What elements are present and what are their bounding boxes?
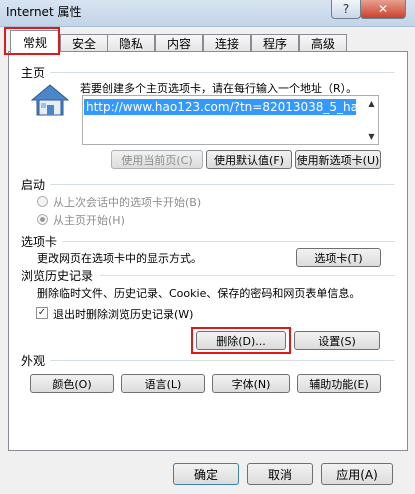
use-default-button[interactable]: 使用默认值(F) xyxy=(206,150,292,169)
ok-button[interactable]: 确定 xyxy=(173,463,239,485)
delete-on-exit-label: 退出时删除浏览历史记录(W) xyxy=(53,308,194,321)
history-settings-button[interactable]: 设置(S) xyxy=(294,331,380,350)
cancel-button[interactable]: 取消 xyxy=(247,463,313,485)
tabs-section-label: 选项卡 xyxy=(21,235,58,249)
appearance-section-label: 外观 xyxy=(21,354,46,368)
close-icon: ✕ xyxy=(377,2,389,16)
home-description: 若要创建多个主页选项卡，请在每行输入一个地址（R）。 xyxy=(80,82,358,95)
startup-section-label: 启动 xyxy=(21,178,46,192)
use-current-button[interactable]: 使用当前页(C) xyxy=(111,150,203,169)
languages-button[interactable]: 语言(L) xyxy=(121,374,205,393)
tabs-settings-button[interactable]: 选项卡(T) xyxy=(296,248,381,267)
apply-button[interactable]: 应用(A) xyxy=(321,463,393,485)
help-icon: ? xyxy=(342,2,350,16)
close-button[interactable]: ✕ xyxy=(360,0,406,19)
radio-last-session[interactable] xyxy=(37,196,48,207)
appearance-divider xyxy=(50,360,395,361)
tabs-divider xyxy=(62,241,395,242)
accessibility-button[interactable]: 辅助功能(E) xyxy=(297,374,381,393)
window-title: Internet 属性 xyxy=(6,5,82,19)
title-bar: Internet 属性 ? ✕ xyxy=(0,0,415,27)
home-section-label: 主页 xyxy=(21,66,46,80)
radio-home-page[interactable] xyxy=(37,214,48,225)
delete-on-exit-checkbox[interactable]: ✓ xyxy=(36,307,48,319)
colors-button[interactable]: 颜色(O) xyxy=(30,374,114,393)
tab-highlight-box xyxy=(4,27,60,55)
dialog-footer: 确定 取消 应用(A) xyxy=(0,452,415,494)
scroll-down-icon[interactable]: ▼ xyxy=(365,129,378,144)
tabs-description: 更改网页在选项卡中的显示方式。 xyxy=(37,252,202,265)
history-section-label: 浏览历史记录 xyxy=(21,269,94,283)
radio-home-page-label: 从主页开始(H) xyxy=(53,214,125,227)
history-description: 删除临时文件、历史记录、Cookie、保存的密码和网页表单信息。 xyxy=(37,287,361,300)
help-button[interactable]: ? xyxy=(331,0,361,19)
radio-last-session-label: 从上次会话中的选项卡开始(B) xyxy=(53,196,202,209)
history-divider xyxy=(100,275,395,276)
use-new-tab-button[interactable]: 使用新选项卡(U) xyxy=(295,150,381,169)
home-page-url: http://www.hao123.com/?tn=82013038_5_hao… xyxy=(84,99,356,115)
home-divider xyxy=(50,72,395,73)
startup-divider xyxy=(50,184,395,185)
house-icon xyxy=(30,84,70,116)
delete-highlight-box xyxy=(191,327,291,354)
scroll-up-icon[interactable]: ▲ xyxy=(365,96,378,111)
home-page-textarea[interactable]: http://www.hao123.com/?tn=82013038_5_hao… xyxy=(82,95,379,145)
fonts-button[interactable]: 字体(N) xyxy=(212,374,290,393)
